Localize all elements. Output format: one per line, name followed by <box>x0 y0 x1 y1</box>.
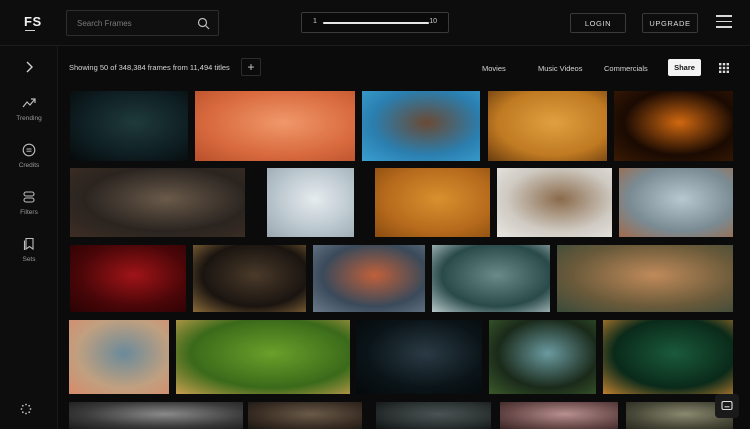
grid-view-icon[interactable] <box>719 63 729 73</box>
share-button[interactable]: Share <box>668 59 701 76</box>
chat-icon <box>721 400 733 411</box>
frame-studio-backdrop[interactable] <box>497 168 612 237</box>
sets-icon <box>23 237 34 251</box>
filter-commercials[interactable]: Commercials <box>604 64 648 73</box>
sidebar-item-credits[interactable]: Credits <box>0 143 58 183</box>
frame-curly-woman[interactable] <box>69 320 169 394</box>
filter-music-videos[interactable]: Music Videos <box>538 64 582 73</box>
search-input[interactable] <box>77 16 187 31</box>
chevron-right-icon[interactable] <box>22 60 36 74</box>
sidebar-item-sets[interactable]: Sets <box>0 237 58 277</box>
results-toolbar: Showing 50 of 348,384 frames from 11,494… <box>58 46 750 90</box>
top-header: FS 1 10 LOGIN UPGRADE <box>0 0 750 46</box>
credits-icon <box>22 143 36 157</box>
frames-per-row-slider[interactable]: 1 10 <box>301 12 449 33</box>
frame-bar-interior[interactable] <box>193 245 306 312</box>
frame-porthole[interactable] <box>603 320 733 394</box>
frame-red-closeup[interactable] <box>70 245 186 312</box>
sidebar-item-label: Credits <box>18 162 40 169</box>
sidebar-item-filters[interactable]: Filters <box>0 190 58 230</box>
add-button[interactable]: + <box>241 58 261 76</box>
frame-stage-spotlight[interactable] <box>70 91 188 161</box>
chat-button[interactable] <box>715 394 739 418</box>
frame-bottom-4[interactable] <box>500 402 618 429</box>
slider-min-label: 1 <box>313 18 317 25</box>
sidebar-item-label: Sets <box>22 256 36 263</box>
frame-bedroom-floor[interactable] <box>70 168 245 237</box>
frame-bottom-3[interactable] <box>376 402 491 429</box>
results-count-text: Showing 50 of 348,384 frames from 11,494… <box>69 63 230 72</box>
search-box[interactable] <box>66 10 219 36</box>
frame-white-room[interactable] <box>267 168 354 237</box>
sidebar: Trending Credits Filters Sets <box>0 46 58 429</box>
frame-orange-fabric[interactable] <box>375 168 490 237</box>
hamburger-menu-icon[interactable] <box>716 15 732 29</box>
frame-silhouette-orange[interactable] <box>614 91 733 161</box>
frame-orange-room[interactable] <box>195 91 355 161</box>
frame-shadow-hand[interactable] <box>488 91 607 161</box>
frame-office-cubicles[interactable] <box>432 245 550 312</box>
slider-fill <box>323 22 429 24</box>
sidebar-item-label: Filters <box>20 209 38 216</box>
upgrade-button[interactable]: UPGRADE <box>642 13 698 33</box>
sidebar-item-trending[interactable]: Trending <box>0 96 58 136</box>
sidebar-item-label: Trending <box>16 115 42 122</box>
filters-icon <box>23 191 35 203</box>
frame-golf-green[interactable] <box>176 320 350 394</box>
slider-track[interactable] <box>323 22 429 24</box>
frame-dark-window[interactable] <box>356 320 482 394</box>
site-logo[interactable]: FS <box>24 14 42 31</box>
login-button[interactable]: LOGIN <box>570 13 626 33</box>
frame-bottom-1[interactable] <box>69 402 243 429</box>
slider-max-label: 10 <box>429 18 437 25</box>
filter-movies[interactable]: Movies <box>482 64 506 73</box>
search-icon[interactable] <box>197 17 210 30</box>
frame-window-desk[interactable] <box>619 168 733 237</box>
trending-icon <box>22 98 36 108</box>
frame-bottom-2[interactable] <box>248 402 362 429</box>
frame-two-men[interactable] <box>557 245 733 312</box>
frame-redhead-woman[interactable] <box>313 245 425 312</box>
frame-doorway-figure[interactable] <box>489 320 596 394</box>
settings-dots-icon[interactable] <box>20 403 32 415</box>
frame-closeup-face[interactable] <box>362 91 480 161</box>
